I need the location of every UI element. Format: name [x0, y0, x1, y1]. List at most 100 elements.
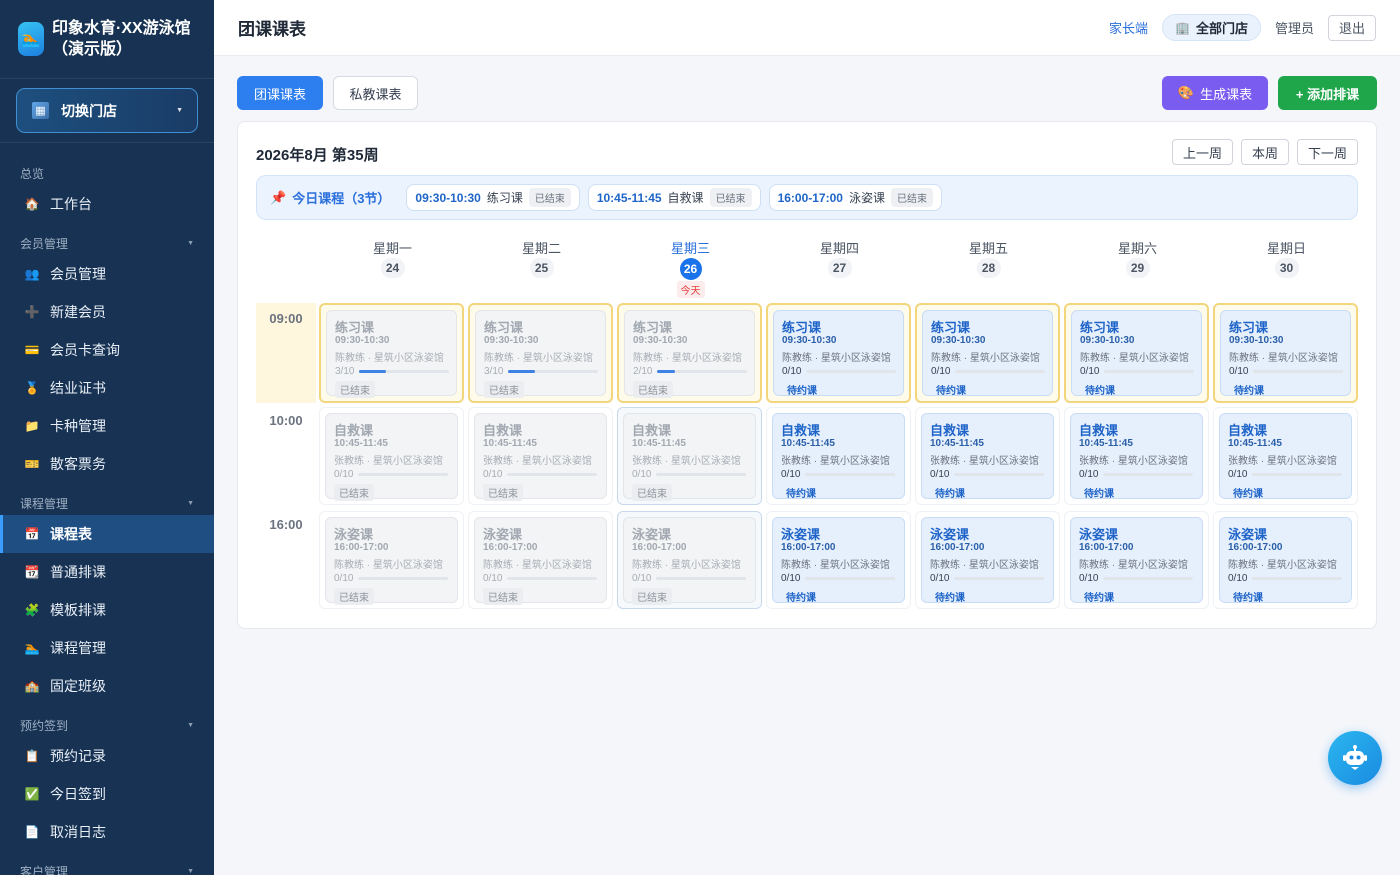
day-header: 星期三 26 今天 [616, 238, 765, 298]
next-week-button[interactable]: 下一周 [1296, 139, 1358, 165]
prev-week-button[interactable]: 上一周 [1171, 139, 1233, 165]
course-name: 泳姿课 [334, 527, 374, 542]
sidebar-item-new-member[interactable]: ➕ 新建会员 [0, 293, 214, 331]
sidebar-item-cancel-log[interactable]: 📄 取消日志 [0, 813, 214, 851]
capacity-bar [806, 369, 896, 373]
timetable-cell: 练习课 09:30-10:30 陈教练 · 星筑小区泳姿馆 0/10 待约课 [1213, 303, 1358, 403]
course-card[interactable]: 练习课 09:30-10:30 陈教练 · 星筑小区泳姿馆 2/10 已结束 [624, 310, 755, 398]
logout-button[interactable]: 退出 [1327, 14, 1376, 41]
course-name: 练习课 [484, 320, 524, 335]
sidebar-item-walkin-tickets[interactable]: 🎫 散客票务 [0, 445, 214, 483]
store-selector[interactable]: 🏢 全部门店 [1162, 14, 1261, 41]
sidebar-item-member-card-query[interactable]: 💳 会员卡查询 [0, 331, 214, 369]
course-card[interactable]: 练习课 09:30-10:30 陈教练 · 星筑小区泳姿馆 0/10 待约课 [773, 310, 904, 397]
course-card[interactable]: 自救课 10:45-11:45 张教练 · 星筑小区泳姿馆 0/10 已结束 [623, 413, 756, 501]
nav-group-19[interactable]: 客户管理 ▼ [0, 859, 214, 875]
sidebar-item-label: 结业证书 [50, 380, 106, 396]
course-card[interactable]: 自救课 10:45-11:45 张教练 · 星筑小区泳姿馆 0/10 待约课 [772, 413, 905, 500]
parent-portal-link[interactable]: 家长端 [1109, 18, 1148, 37]
sidebar-item-card-type-management[interactable]: 📁 卡种管理 [0, 407, 214, 445]
course-name: 练习课 [633, 320, 673, 335]
add-schedule-label: + 添加排课 [1295, 86, 1360, 102]
capacity-bar-fill [359, 369, 386, 373]
day-name: 星期六 [1117, 241, 1157, 256]
add-schedule-button[interactable]: + 添加排课 [1278, 76, 1377, 110]
course-count: 0/10 [781, 468, 801, 480]
course-card[interactable]: 自救课 10:45-11:45 张教练 · 星筑小区泳姿馆 0/10 已结束 [474, 413, 607, 501]
nav-group-2[interactable]: 会员管理 ▼ [0, 231, 214, 255]
timetable-cell: 练习课 09:30-10:30 陈教练 · 星筑小区泳姿馆 3/10 已结束 [319, 303, 464, 403]
sidebar-item-normal-scheduling[interactable]: 📆 普通排课 [0, 553, 214, 591]
course-capacity: 0/10 [931, 363, 1052, 379]
course-time: 10:45-11:45 [334, 438, 388, 449]
course-status: 已结束 [335, 381, 375, 398]
course-card[interactable]: 泳姿课 16:00-17:00 陈教练 · 星筑小区泳姿馆 0/10 待约课 [772, 517, 905, 604]
today-course-chip[interactable]: 09:30-10:30 练习课 已结束 [406, 184, 580, 211]
course-coach: 张教练 · 星筑小区泳姿馆 [1079, 456, 1188, 467]
sidebar-item-course-management[interactable]: 🏊 课程管理 [0, 629, 214, 667]
week-navigation: 上一周 本周 下一周 [1171, 139, 1358, 165]
course-card[interactable]: 练习课 09:30-10:30 陈教练 · 星筑小区泳姿馆 0/10 待约课 [922, 310, 1053, 397]
capacity-bar [507, 472, 597, 476]
course-card[interactable]: 自救课 10:45-11:45 张教练 · 星筑小区泳姿馆 0/10 已结束 [325, 413, 458, 501]
course-time: 09:30-10:30 [335, 335, 390, 346]
course-capacity: 0/10 [781, 570, 904, 586]
today-course-chip[interactable]: 10:45-11:45 自救课 已结束 [587, 184, 761, 211]
tab-private-timetable[interactable]: 私教课表 [333, 76, 418, 110]
course-card[interactable]: 泳姿课 16:00-17:00 陈教练 · 星筑小区泳姿馆 0/10 待约课 [921, 517, 1054, 604]
course-card[interactable]: 泳姿课 16:00-17:00 陈教练 · 星筑小区泳姿馆 0/10 已结束 [623, 517, 756, 605]
day-name: 星期三 [670, 241, 710, 256]
nav-group-9[interactable]: 课程管理 ▼ [0, 491, 214, 515]
today-courses-label: 📌 今日课程（3节） [270, 188, 390, 207]
day-name: 星期五 [968, 241, 1008, 256]
course-card[interactable]: 练习课 09:30-10:30 陈教练 · 星筑小区泳姿馆 3/10 已结束 [326, 310, 457, 398]
course-time: 16:00-17:00 [1079, 542, 1134, 553]
sidebar-item-today-checkin[interactable]: ✅ 今日签到 [0, 775, 214, 813]
sidebar-item-booking-records[interactable]: 📋 预约记录 [0, 737, 214, 775]
sidebar-item-certificate[interactable]: 🏅 结业证书 [0, 369, 214, 407]
course-management-icon: 🏊 [24, 641, 40, 655]
course-card[interactable]: 自救课 10:45-11:45 张教练 · 星筑小区泳姿馆 0/10 待约课 [1070, 413, 1203, 500]
timetable-cell: 自救课 10:45-11:45 张教练 · 星筑小区泳姿馆 0/10 待约课 [1213, 407, 1358, 505]
course-card[interactable]: 练习课 09:30-10:30 陈教练 · 星筑小区泳姿馆 3/10 已结束 [475, 310, 606, 398]
today-course-chip[interactable]: 16:00-17:00 泳姿课 已结束 [768, 184, 942, 211]
capacity-bar [1103, 576, 1193, 580]
course-card[interactable]: 泳姿课 16:00-17:00 陈教练 · 星筑小区泳姿馆 0/10 已结束 [325, 517, 458, 605]
course-time: 09:30-10:30 [1229, 335, 1284, 346]
course-count: 0/10 [483, 468, 503, 480]
course-card[interactable]: 泳姿课 16:00-17:00 陈教练 · 星筑小区泳姿馆 0/10 已结束 [474, 517, 607, 605]
course-card[interactable]: 泳姿课 16:00-17:00 陈教练 · 星筑小区泳姿馆 0/10 待约课 [1070, 517, 1203, 604]
sidebar-item-fixed-class[interactable]: 🏫 固定班级 [0, 667, 214, 705]
course-time: 10:45-11:45 [1079, 438, 1133, 449]
course-card[interactable]: 泳姿课 16:00-17:00 陈教练 · 星筑小区泳姿馆 0/10 待约课 [1219, 517, 1352, 604]
course-count: 3/10 [484, 365, 504, 377]
course-card[interactable]: 自救课 10:45-11:45 张教练 · 星筑小区泳姿馆 0/10 待约课 [1219, 413, 1352, 500]
sidebar-item-timetable[interactable]: 📅 课程表 [0, 515, 214, 553]
course-status: 待约课 [1234, 386, 1264, 397]
today-course-status: 已结束 [528, 188, 571, 207]
swim-logo-icon: 🏊 [18, 22, 44, 56]
member-card-query-icon: 💳 [24, 343, 40, 357]
sidebar-item-template-scheduling[interactable]: 🧩 模板排课 [0, 591, 214, 629]
switch-store-button[interactable]: ▦ 切换门店 ▼ [16, 88, 198, 133]
course-card[interactable]: 练习课 09:30-10:30 陈教练 · 星筑小区泳姿馆 0/10 待约课 [1220, 310, 1351, 397]
sidebar-item-workbench[interactable]: 🏠 工作台 [0, 185, 214, 223]
timetable-cell: 自救课 10:45-11:45 张教练 · 星筑小区泳姿馆 0/10 已结束 [319, 407, 464, 505]
assistant-button[interactable] [1328, 731, 1382, 785]
course-count: 0/10 [782, 365, 802, 377]
generate-timetable-button[interactable]: 🎨 生成课表 [1162, 76, 1268, 110]
tab-group-timetable[interactable]: 团课课表 [237, 76, 323, 110]
sidebar-item-member-management[interactable]: 👥 会员管理 [0, 255, 214, 293]
capacity-bar [1103, 472, 1193, 476]
time-slot-label: 10:00 [269, 413, 303, 428]
capacity-bar [358, 472, 448, 476]
course-card[interactable]: 练习课 09:30-10:30 陈教练 · 星筑小区泳姿馆 0/10 待约课 [1071, 310, 1202, 397]
course-card[interactable]: 自救课 10:45-11:45 张教练 · 星筑小区泳姿馆 0/10 待约课 [921, 413, 1054, 500]
capacity-bar-fill [657, 369, 675, 373]
course-status: 待约课 [935, 593, 965, 604]
member-management-icon: 👥 [24, 267, 40, 281]
current-week-button[interactable]: 本周 [1240, 139, 1289, 165]
course-status: 待约课 [786, 489, 816, 500]
course-count: 0/10 [931, 365, 951, 377]
nav-group-15[interactable]: 预约签到 ▼ [0, 713, 214, 737]
